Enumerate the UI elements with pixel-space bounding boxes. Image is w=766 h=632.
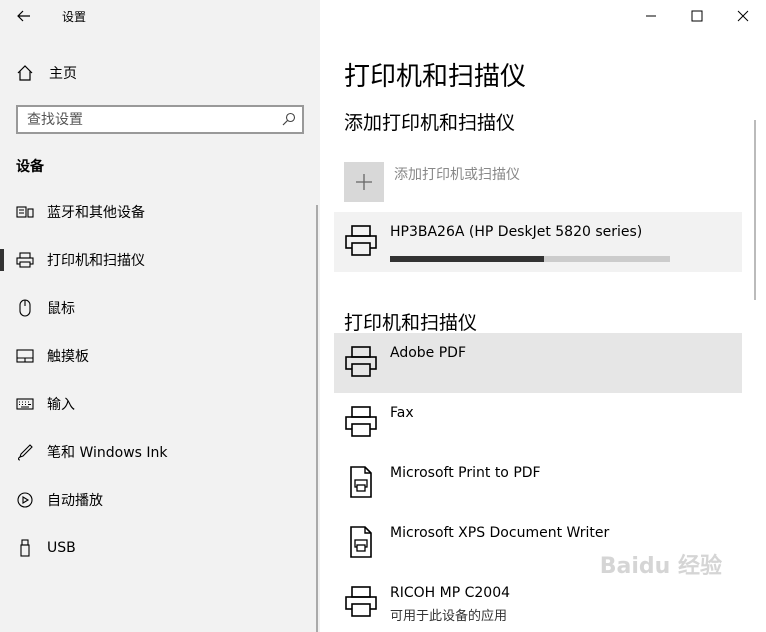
- mouse-icon: [16, 299, 34, 317]
- list-section-title: 打印机和扫描仪: [344, 312, 478, 334]
- touchpad-icon: [16, 347, 34, 365]
- sidebar-item-label: USB: [47, 540, 76, 556]
- search-box[interactable]: [16, 105, 304, 134]
- printer-icon: [344, 224, 378, 262]
- device-item[interactable]: Microsoft Print to PDF: [334, 453, 742, 513]
- device-status: 可用于此设备的应用: [390, 609, 508, 624]
- add-box: [344, 162, 384, 202]
- usb-icon: [16, 539, 34, 557]
- plus-icon: [356, 174, 372, 190]
- sidebar-item-label: 鼠标: [47, 301, 75, 317]
- device-item[interactable]: Fax: [334, 393, 742, 453]
- device-name: RICOH MP C2004: [390, 585, 511, 601]
- device-name: Adobe PDF: [390, 345, 467, 361]
- section-title: 设备: [16, 159, 44, 175]
- device-item[interactable]: RICOH MP C2004 可用于此设备的应用: [334, 573, 742, 632]
- home-label: 主页: [49, 66, 77, 82]
- pending-device-name: HP3BA26A (HP DeskJet 5820 series): [390, 224, 643, 240]
- maximize-button[interactable]: [674, 0, 720, 32]
- document-printer-icon: [344, 525, 378, 563]
- maximize-icon: [691, 10, 703, 22]
- close-icon: [737, 10, 749, 22]
- sidebar-item-label: 蓝牙和其他设备: [47, 205, 145, 221]
- sidebar-item-label: 笔和 Windows Ink: [47, 445, 168, 461]
- minimize-icon: [646, 15, 656, 17]
- printer-icon: [16, 251, 34, 269]
- add-printer-button[interactable]: 添加打印机或扫描仪: [344, 162, 520, 202]
- sidebar-scrollbar[interactable]: [316, 205, 318, 632]
- printer-icon: [344, 585, 378, 623]
- add-section-title: 添加打印机和扫描仪: [344, 112, 516, 134]
- sidebar-item-pen[interactable]: 笔和 Windows Ink: [0, 428, 320, 476]
- search-input[interactable]: [18, 107, 268, 132]
- printer-icon: [344, 405, 378, 443]
- sidebar-item-mouse[interactable]: 鼠标: [0, 284, 320, 332]
- back-button[interactable]: [8, 4, 40, 28]
- home-icon: [17, 65, 33, 81]
- sidebar: 设置 主页 设备 蓝牙和其他设备 打印机和扫描仪 鼠标 触摸板: [0, 0, 320, 632]
- device-name: Fax: [390, 405, 414, 421]
- home-nav-item[interactable]: 主页: [16, 62, 77, 84]
- install-progress-fill: [390, 256, 544, 262]
- pending-device[interactable]: HP3BA26A (HP DeskJet 5820 series): [334, 212, 742, 272]
- add-printer-label: 添加打印机或扫描仪: [394, 167, 520, 183]
- sidebar-item-autoplay[interactable]: 自动播放: [0, 476, 320, 524]
- minimize-button[interactable]: [628, 0, 674, 32]
- app-title: 设置: [62, 10, 87, 24]
- document-printer-icon: [344, 465, 378, 503]
- bluetooth-devices-icon: [16, 203, 34, 221]
- device-name: Microsoft Print to PDF: [390, 465, 541, 481]
- device-name: Microsoft XPS Document Writer: [390, 525, 610, 541]
- sidebar-item-printers[interactable]: 打印机和扫描仪: [0, 236, 320, 284]
- install-progress-bar: [390, 256, 670, 262]
- sidebar-item-typing[interactable]: 输入: [0, 380, 320, 428]
- sidebar-item-label: 触摸板: [47, 349, 89, 365]
- sidebar-item-touchpad[interactable]: 触摸板: [0, 332, 320, 380]
- keyboard-icon: [16, 395, 34, 413]
- sidebar-item-bluetooth[interactable]: 蓝牙和其他设备: [0, 188, 320, 236]
- pen-icon: [16, 443, 34, 461]
- main-pane: 打印机和扫描仪 添加打印机和扫描仪 添加打印机或扫描仪 HP3BA26A (HP…: [320, 0, 766, 632]
- sidebar-item-label: 输入: [47, 397, 75, 413]
- close-button[interactable]: [720, 0, 766, 32]
- search-icon[interactable]: [282, 112, 296, 126]
- autoplay-icon: [16, 491, 34, 509]
- device-item[interactable]: Adobe PDF: [334, 333, 742, 393]
- sidebar-item-label: 自动播放: [47, 493, 103, 509]
- page-title: 打印机和扫描仪: [344, 62, 527, 92]
- sidebar-item-usb[interactable]: USB: [0, 524, 320, 572]
- sidebar-item-label: 打印机和扫描仪: [47, 253, 145, 269]
- back-arrow-icon: [17, 10, 30, 22]
- watermark: Baidu 经验: [599, 554, 722, 579]
- main-scrollbar[interactable]: [754, 120, 756, 300]
- printer-icon: [344, 345, 378, 383]
